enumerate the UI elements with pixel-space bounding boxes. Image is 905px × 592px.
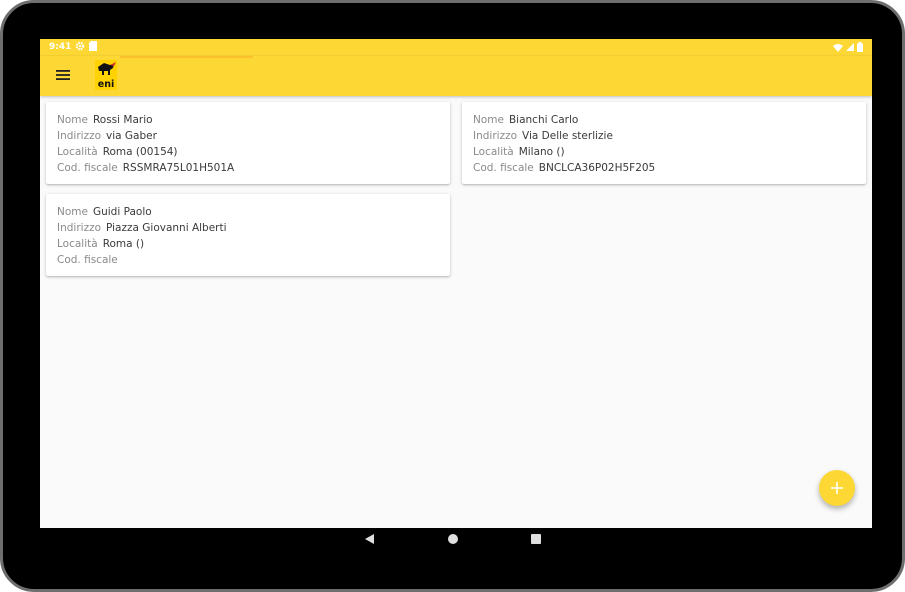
back-icon[interactable] (363, 533, 375, 545)
field-label-nome: Nome (57, 206, 88, 218)
customer-locality: Milano () (518, 146, 565, 158)
wifi-icon (833, 43, 843, 52)
customer-locality: Roma (00154) (102, 146, 178, 158)
field-label-nome: Nome (473, 114, 504, 126)
status-time: 9:41 (49, 42, 72, 52)
field-label-cod-fiscale: Cod. fiscale (57, 162, 118, 174)
customer-card[interactable]: Nome Guidi Paolo Indirizzo Piazza Giovanni… (46, 194, 450, 276)
tablet-device: 9:41 eni Nome Rossi Mario Indirizzo via … (0, 0, 905, 592)
customer-name: Guidi Paolo (92, 206, 152, 218)
app-bar: eni (40, 56, 872, 96)
customer-tax-code: BNCLCA36P02H5F205 (538, 162, 656, 174)
field-label-indirizzo: Indirizzo (57, 130, 102, 142)
eni-logo: eni (95, 60, 117, 90)
sd-card-icon (89, 41, 97, 51)
customer-list: Nome Rossi Mario Indirizzo via Gaber Local… (40, 96, 872, 528)
customer-address: via Gaber (106, 130, 157, 142)
field-label-nome: Nome (57, 114, 88, 126)
customer-address: Piazza Giovanni Alberti (106, 222, 227, 234)
svg-text:eni: eni (98, 79, 114, 90)
field-label-localita: Località (473, 146, 514, 158)
screen: 9:41 eni Nome Rossi Mario Indirizzo via … (40, 39, 872, 528)
gear-icon (75, 41, 85, 51)
field-label-cod-fiscale: Cod. fiscale (473, 162, 534, 174)
field-label-indirizzo: Indirizzo (57, 222, 102, 234)
customer-card[interactable]: Nome Rossi Mario Indirizzo via Gaber Local… (46, 102, 450, 184)
battery-icon (857, 42, 863, 52)
customer-name: Bianchi Carlo (508, 114, 579, 126)
add-customer-button[interactable] (819, 470, 855, 506)
customer-card[interactable]: Nome Bianchi Carlo Indirizzo Via Delle ste… (462, 102, 866, 184)
field-label-localita: Località (57, 146, 98, 158)
customer-name: Rossi Mario (92, 114, 153, 126)
menu-icon[interactable] (56, 69, 70, 81)
status-bar: 9:41 (40, 39, 872, 56)
home-icon[interactable] (447, 533, 459, 545)
field-label-indirizzo: Indirizzo (473, 130, 518, 142)
plus-icon (831, 482, 843, 494)
field-label-cod-fiscale: Cod. fiscale (57, 254, 118, 266)
field-label-localita: Località (57, 238, 98, 250)
customer-tax-code: RSSMRA75L01H501A (122, 162, 235, 174)
signal-icon (846, 43, 854, 51)
recents-icon[interactable] (530, 533, 542, 545)
customer-locality: Roma () (102, 238, 145, 250)
customer-address: Via Delle sterlizie (522, 130, 613, 142)
